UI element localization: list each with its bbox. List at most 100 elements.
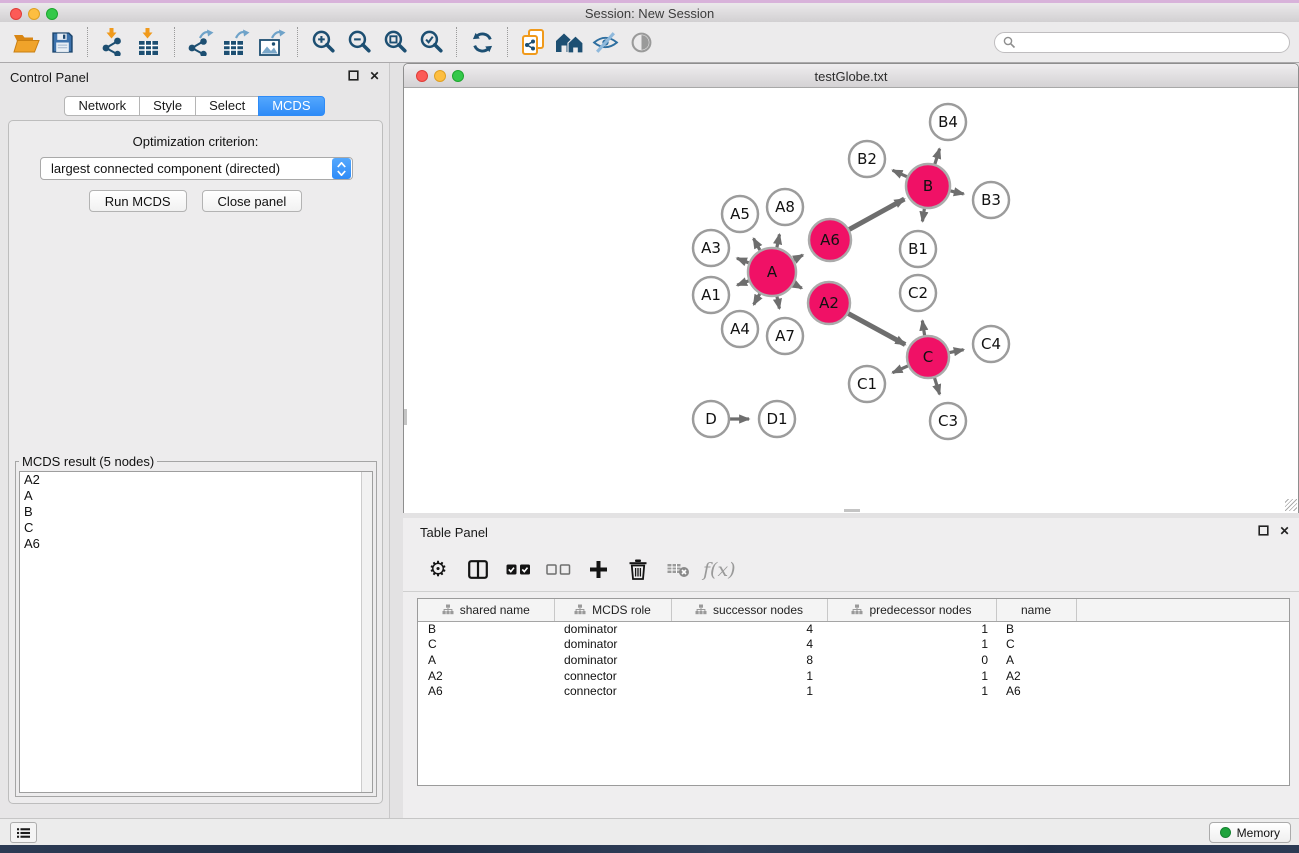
refresh-button[interactable] — [464, 25, 500, 59]
result-item[interactable]: A2 — [20, 472, 372, 488]
export-table-button[interactable] — [218, 25, 254, 59]
open-session-button[interactable] — [8, 25, 44, 59]
node-label-A6: A6 — [820, 231, 840, 249]
edge-B-B1[interactable] — [922, 209, 924, 222]
table-row[interactable]: A6connector11A6 — [418, 683, 1289, 699]
result-item[interactable]: A6 — [20, 536, 372, 552]
tab-select[interactable]: Select — [195, 96, 259, 116]
edge-A2-C[interactable] — [848, 314, 905, 345]
node-table[interactable]: shared nameMCDS rolesuccessor nodesprede… — [417, 598, 1290, 786]
import-table-button[interactable] — [131, 25, 167, 59]
edge-A-A8[interactable] — [777, 234, 780, 247]
delete-table-button[interactable] — [661, 553, 695, 587]
edge-C-C4[interactable] — [950, 350, 964, 353]
delete-columns-button[interactable] — [621, 553, 655, 587]
result-item[interactable]: B — [20, 504, 372, 520]
titlebar: Session: New Session — [0, 0, 1299, 22]
mcds-result-group: MCDS result (5 nodes) A2ABCA6 — [15, 454, 377, 797]
table-row[interactable]: A2connector11A2 — [418, 668, 1289, 684]
table-row[interactable]: Cdominator41C — [418, 637, 1289, 653]
import-network-button[interactable] — [95, 25, 131, 59]
criterion-dropdown[interactable]: largest connected component (directed) — [40, 157, 353, 180]
close-panel-button[interactable]: Close panel — [202, 190, 303, 212]
result-list-scrollbar[interactable] — [361, 472, 372, 792]
node-label-A8: A8 — [775, 198, 795, 216]
edge-A6-B[interactable] — [849, 199, 904, 229]
edge-A-A1[interactable] — [737, 281, 748, 285]
result-item[interactable]: A — [20, 488, 372, 504]
network-view-window: testGlobe.txt B4B2BB3A5A8A6B1A3AC2A1A2A4… — [403, 63, 1299, 513]
edge-A-A7[interactable] — [777, 296, 779, 308]
clone-network-icon — [521, 29, 546, 56]
network-graph[interactable]: B4B2BB3A5A8A6B1A3AC2A1A2A4A7C4CC1C3DD1 — [404, 89, 1298, 513]
float-panel-icon[interactable] — [347, 69, 360, 82]
network-canvas[interactable]: B4B2BB3A5A8A6B1A3AC2A1A2A4A7C4CC1C3DD1 — [404, 89, 1298, 513]
save-session-button[interactable] — [44, 25, 80, 59]
edge-B-B3[interactable] — [950, 191, 963, 194]
create-column-button[interactable] — [581, 553, 615, 587]
search-input[interactable] — [1021, 35, 1281, 51]
show-columns-button[interactable] — [461, 553, 495, 587]
tab-style[interactable]: Style — [139, 96, 196, 116]
memory-button[interactable]: Memory — [1209, 822, 1291, 843]
export-image-button[interactable] — [254, 25, 290, 59]
edge-B-B2[interactable] — [893, 170, 907, 176]
hidden-panels-button[interactable] — [10, 822, 37, 843]
edge-A-A6[interactable] — [794, 255, 803, 260]
result-item[interactable]: C — [20, 520, 372, 536]
column-header-shared-name[interactable]: shared name — [418, 599, 554, 621]
edge-A-A4[interactable] — [754, 294, 760, 305]
network-horizontal-scrollbar[interactable] — [844, 509, 860, 512]
float-table-panel-icon[interactable] — [1257, 524, 1270, 537]
zoom-out-button[interactable] — [341, 25, 377, 59]
table-row[interactable]: Bdominator41B — [418, 621, 1289, 637]
mcds-result-list[interactable]: A2ABCA6 — [19, 471, 373, 793]
hide-details-button[interactable] — [587, 25, 623, 59]
node-label-A2: A2 — [819, 294, 839, 312]
node-label-C: C — [923, 348, 933, 366]
show-details-button[interactable] — [623, 25, 659, 59]
tab-mcds[interactable]: MCDS — [258, 96, 324, 116]
zoom-fit-button[interactable] — [377, 25, 413, 59]
tab-network[interactable]: Network — [64, 96, 140, 116]
column-header-MCDS-role[interactable]: MCDS role — [554, 599, 671, 621]
edge-C-C3[interactable] — [935, 378, 940, 394]
attribute-icon — [851, 604, 863, 615]
edge-B-B4[interactable] — [935, 149, 940, 164]
search-field[interactable] — [994, 32, 1290, 53]
export-network-button[interactable] — [182, 25, 218, 59]
clone-network-button[interactable] — [515, 25, 551, 59]
column-header-name[interactable]: name — [996, 599, 1076, 621]
edge-A-A2[interactable] — [794, 284, 802, 288]
search-icon — [1003, 36, 1016, 49]
column-header-predecessor-nodes[interactable]: predecessor nodes — [827, 599, 996, 621]
table-row[interactable]: Adominator80A — [418, 652, 1289, 668]
zoom-fit-icon — [382, 29, 409, 56]
node-label-A3: A3 — [701, 239, 721, 257]
node-label-B: B — [923, 177, 933, 195]
zoom-selected-button[interactable] — [413, 25, 449, 59]
network-vertical-scrollbar[interactable] — [404, 409, 407, 425]
select-all-button[interactable] — [501, 553, 535, 587]
resize-grip-icon[interactable] — [1285, 499, 1297, 511]
show-all-button[interactable] — [551, 25, 587, 59]
run-mcds-button[interactable]: Run MCDS — [89, 190, 187, 212]
edge-C-C1[interactable] — [893, 366, 908, 373]
delete-icon — [629, 559, 647, 580]
list-icon — [17, 827, 30, 839]
edge-C-C2[interactable] — [922, 321, 924, 336]
export-image-icon — [258, 28, 286, 56]
column-header-successor-nodes[interactable]: successor nodes — [671, 599, 827, 621]
table-settings-button[interactable]: ⚙ — [421, 553, 455, 587]
network-window-titlebar[interactable]: testGlobe.txt — [404, 64, 1298, 88]
edge-A-A5[interactable] — [754, 239, 760, 251]
deselect-all-button[interactable] — [541, 553, 575, 587]
criterion-dropdown-value: largest connected component (directed) — [41, 161, 332, 176]
function-builder-button[interactable]: f(x) — [701, 553, 738, 587]
edge-A-A3[interactable] — [737, 258, 749, 263]
close-table-panel-icon[interactable]: ✕ — [1278, 524, 1291, 537]
node-label-B3: B3 — [981, 191, 1001, 209]
close-panel-icon[interactable]: ✕ — [368, 69, 381, 82]
zoom-in-button[interactable] — [305, 25, 341, 59]
mcds-result-title: MCDS result (5 nodes) — [19, 454, 157, 469]
